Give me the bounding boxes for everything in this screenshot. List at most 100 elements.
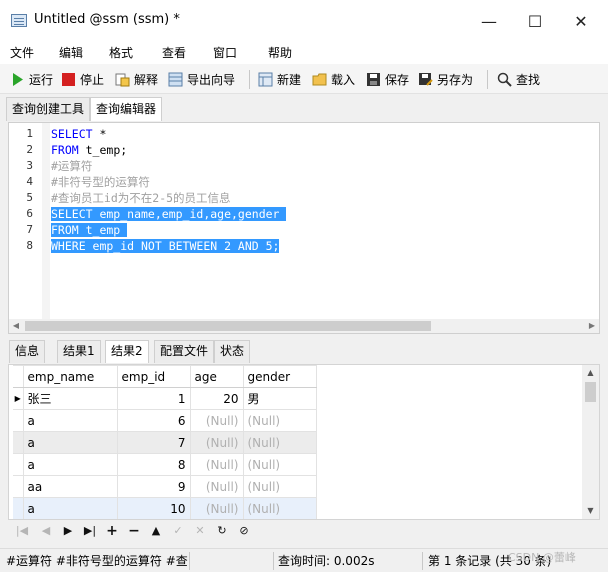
- save-button[interactable]: 保存: [366, 70, 409, 88]
- sql-editor[interactable]: 1 2 3 4 5 6 7 8 SELECT * FROM t_emp; #运算…: [8, 122, 600, 334]
- column-header-emp-name[interactable]: emp_name: [22, 365, 118, 388]
- grid-vertical-scrollbar[interactable]: ▲ ▼: [582, 365, 599, 519]
- scroll-down-icon[interactable]: ▼: [582, 503, 599, 519]
- toolbar: 运行 停止 解释 导出向导 新建 载入 保存 另存为 查找: [0, 64, 608, 94]
- menu-edit[interactable]: 编辑: [59, 44, 83, 61]
- table-cell[interactable]: 男: [242, 387, 317, 410]
- menu-window[interactable]: 窗口: [213, 44, 237, 61]
- column-header-emp-id[interactable]: emp_id: [116, 365, 191, 388]
- menu-help[interactable]: 帮助: [268, 44, 292, 61]
- first-record-icon[interactable]: |◀: [14, 523, 30, 539]
- export-wizard-label: 导出向导: [187, 72, 236, 87]
- run-label: 运行: [29, 72, 54, 87]
- table-cell[interactable]: a: [22, 431, 118, 454]
- menu-file[interactable]: 文件: [10, 44, 34, 61]
- table-cell[interactable]: (Null): [189, 431, 244, 454]
- previous-record-icon[interactable]: ◀: [38, 523, 54, 539]
- editor-horizontal-scrollbar[interactable]: ◀ ▶: [9, 319, 599, 333]
- table-cell[interactable]: 6: [116, 409, 191, 432]
- table-cell[interactable]: (Null): [242, 409, 317, 432]
- new-label: 新建: [277, 72, 302, 87]
- export-wizard-button[interactable]: 导出向导: [168, 70, 235, 88]
- save-as-label: 另存为: [437, 72, 474, 87]
- table-cell[interactable]: (Null): [242, 453, 317, 476]
- table-cell[interactable]: (Null): [189, 475, 244, 498]
- table-row[interactable]: ▶ 张三 1 20 男: [13, 387, 317, 410]
- run-button[interactable]: 运行: [10, 70, 53, 88]
- stop-button[interactable]: 停止: [61, 70, 104, 88]
- scroll-up-icon[interactable]: ▲: [582, 365, 599, 381]
- selected-code-line: SELECT emp_name,emp_id,age,gender: [51, 207, 287, 221]
- table-cell[interactable]: a: [22, 453, 118, 476]
- save-as-button[interactable]: 另存为: [418, 70, 473, 88]
- table-row[interactable]: aa 9 (Null) (Null): [13, 475, 317, 498]
- table-cell[interactable]: 7: [116, 431, 191, 454]
- last-record-icon[interactable]: ▶|: [82, 523, 98, 539]
- scrollbar-thumb[interactable]: [585, 382, 596, 402]
- sql-keyword: FROM: [51, 143, 79, 157]
- tab-query-builder[interactable]: 查询创建工具: [6, 97, 91, 121]
- code-area[interactable]: SELECT * FROM t_emp; #运算符 #非符号型的运算符 #查询员…: [51, 126, 287, 254]
- table-cell[interactable]: (Null): [189, 497, 244, 519]
- column-header-age[interactable]: age: [189, 365, 244, 388]
- table-cell[interactable]: 10: [116, 497, 191, 519]
- table-cell[interactable]: (Null): [242, 497, 317, 519]
- window-title: Untitled @ssm (ssm) *: [34, 12, 180, 27]
- table-cell[interactable]: (Null): [242, 475, 317, 498]
- load-button[interactable]: 载入: [312, 70, 355, 88]
- table-cell[interactable]: (Null): [242, 431, 317, 454]
- row-marker: [13, 475, 24, 498]
- menu-view[interactable]: 查看: [162, 44, 186, 61]
- table-row[interactable]: a 6 (Null) (Null): [13, 409, 317, 432]
- next-record-icon[interactable]: ▶: [60, 523, 76, 539]
- line-number: 6: [26, 207, 33, 220]
- table-cell[interactable]: 9: [116, 475, 191, 498]
- apply-changes-icon[interactable]: ✓: [170, 523, 186, 539]
- stop-loading-icon[interactable]: ⊘: [236, 523, 252, 539]
- table-row[interactable]: a 10 (Null) (Null): [13, 497, 317, 519]
- refresh-icon[interactable]: ↻: [214, 523, 230, 539]
- table-cell[interactable]: 20: [189, 387, 244, 410]
- table-cell[interactable]: 8: [116, 453, 191, 476]
- discard-changes-icon[interactable]: ✕: [192, 523, 208, 539]
- scroll-left-icon[interactable]: ◀: [9, 319, 23, 333]
- toolbar-separator: [487, 70, 488, 89]
- table-row[interactable]: a 8 (Null) (Null): [13, 453, 317, 476]
- tab-result2[interactable]: 结果2: [105, 340, 149, 363]
- editor-tabs: 查询创建工具 查询编辑器: [0, 94, 608, 122]
- minimize-button[interactable]: —: [466, 8, 512, 36]
- tab-profile[interactable]: 配置文件: [154, 340, 215, 363]
- table-cell[interactable]: 1: [116, 387, 191, 410]
- explain-button[interactable]: 解释: [115, 70, 158, 88]
- status-query-time: 查询时间: 0.002s: [278, 554, 375, 568]
- tab-info[interactable]: 信息: [9, 340, 46, 363]
- add-record-icon[interactable]: +: [104, 523, 120, 539]
- delete-record-icon[interactable]: −: [126, 523, 142, 539]
- move-up-icon[interactable]: ▲: [148, 523, 164, 539]
- result-table: emp_name emp_id age gender ▶ 张三 1 20 男 a…: [13, 365, 317, 519]
- save-label: 保存: [385, 72, 410, 87]
- table-row[interactable]: a 7 (Null) (Null): [13, 431, 317, 454]
- table-cell[interactable]: a: [22, 497, 118, 519]
- close-button[interactable]: ✕: [558, 8, 604, 36]
- table-cell[interactable]: 张三: [22, 387, 118, 410]
- table-cell[interactable]: (Null): [189, 409, 244, 432]
- scroll-right-icon[interactable]: ▶: [585, 319, 599, 333]
- sql-text: *: [92, 127, 107, 141]
- result-grid[interactable]: emp_name emp_id age gender ▶ 张三 1 20 男 a…: [8, 364, 600, 520]
- maximize-button[interactable]: ☐: [512, 8, 558, 36]
- line-number: 7: [26, 223, 33, 236]
- tab-status[interactable]: 状态: [214, 340, 251, 363]
- tab-result1[interactable]: 结果1: [57, 340, 101, 363]
- scrollbar-thumb[interactable]: [25, 321, 431, 331]
- table-cell[interactable]: a: [22, 409, 118, 432]
- menu-format[interactable]: 格式: [109, 44, 133, 61]
- column-header-gender[interactable]: gender: [242, 365, 317, 388]
- table-cell[interactable]: (Null): [189, 453, 244, 476]
- find-button[interactable]: 查找: [497, 70, 540, 88]
- table-cell[interactable]: aa: [22, 475, 118, 498]
- tab-query-editor[interactable]: 查询编辑器: [90, 97, 163, 121]
- new-button[interactable]: 新建: [258, 70, 301, 88]
- code-comment: #查询员工id为不在2-5的员工信息: [51, 191, 231, 205]
- title-bar: Untitled @ssm (ssm) * — ☐ ✕: [0, 0, 608, 40]
